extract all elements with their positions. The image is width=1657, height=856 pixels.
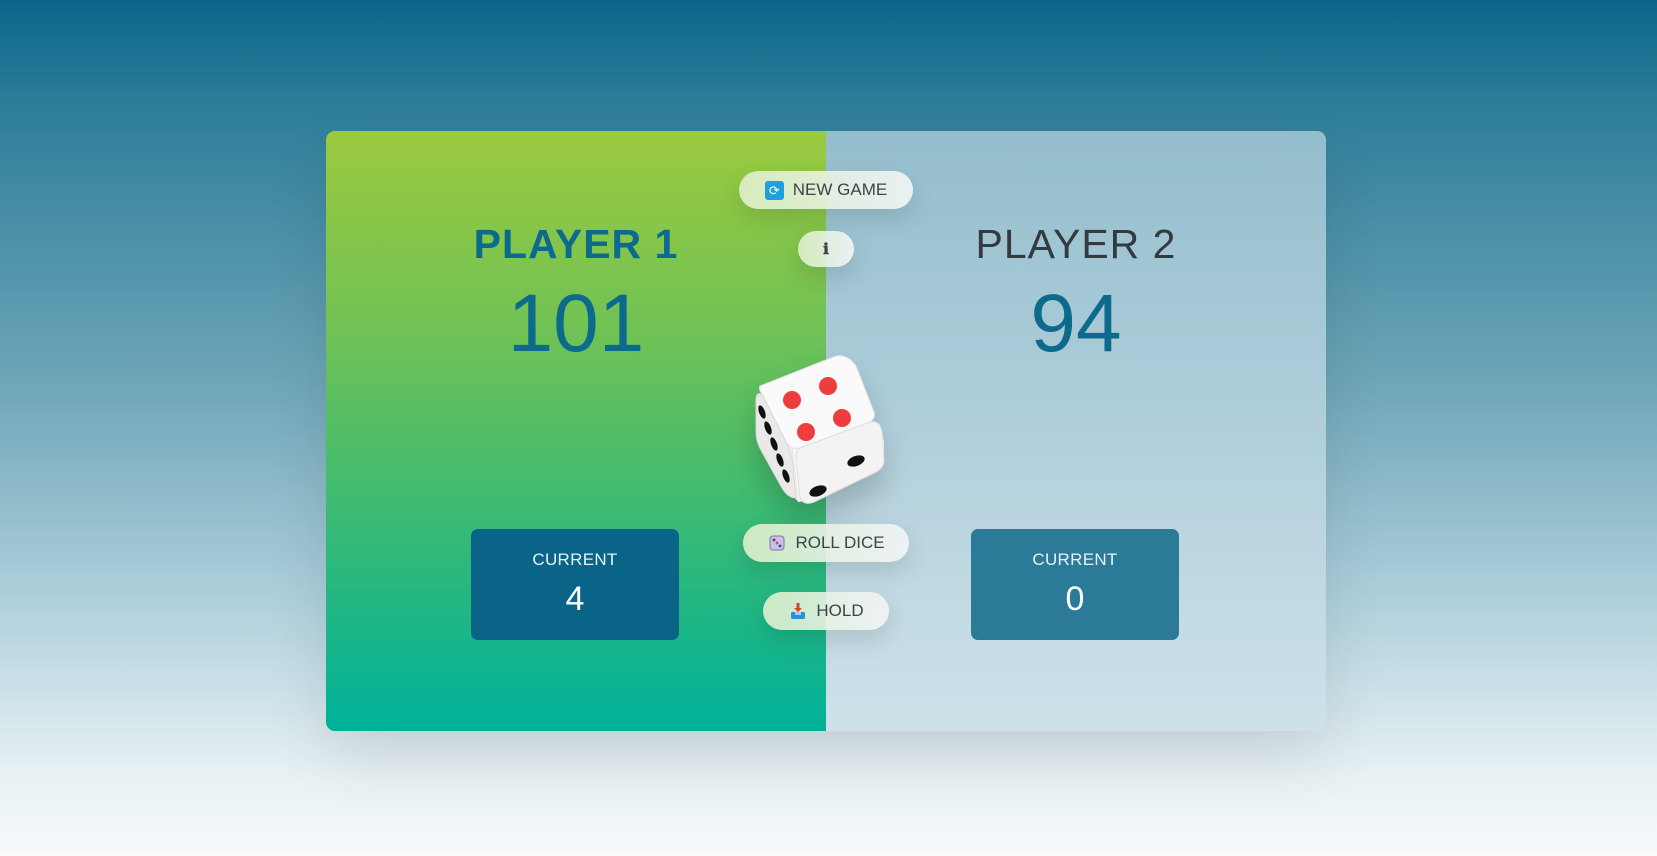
inbox-tray-icon: [788, 602, 807, 621]
player-1-name: PLAYER 1: [473, 221, 679, 267]
player-2-score: 94: [1030, 278, 1122, 369]
new-game-label: NEW GAME: [792, 180, 888, 199]
player-1-current-label: CURRENT: [532, 550, 618, 569]
player-1-current-box: CURRENT 4: [471, 529, 679, 640]
pip-2: [819, 377, 837, 395]
new-game-button[interactable]: ⟳ NEW GAME: [739, 171, 913, 209]
hold-label: HOLD: [816, 601, 864, 620]
player-2-current-box: CURRENT 0: [971, 529, 1179, 640]
hold-button[interactable]: HOLD: [763, 592, 889, 630]
pip-1: [783, 391, 801, 409]
refresh-icon: ⟳: [764, 180, 784, 200]
player-2-panel: PLAYER 2 94 CURRENT 0: [826, 131, 1326, 731]
player-1-panel: PLAYER 1 101 CURRENT 4: [326, 131, 826, 731]
roll-dice-button[interactable]: ROLL DICE: [743, 524, 909, 562]
pip-4: [833, 409, 851, 427]
die-emoji-icon: [767, 534, 786, 553]
player-2-current-label: CURRENT: [1032, 550, 1118, 569]
pip-3: [797, 423, 815, 441]
roll-dice-label: ROLL DICE: [795, 533, 885, 552]
dice-icon: [755, 355, 885, 504]
player-2-current-score: 0: [1065, 580, 1085, 618]
player-1-current-score: 4: [565, 580, 585, 618]
info-button[interactable]: ℹ: [798, 231, 854, 267]
player-2-name: PLAYER 2: [975, 221, 1177, 267]
info-icon: ℹ: [823, 240, 829, 258]
player-1-score: 101: [507, 278, 645, 369]
